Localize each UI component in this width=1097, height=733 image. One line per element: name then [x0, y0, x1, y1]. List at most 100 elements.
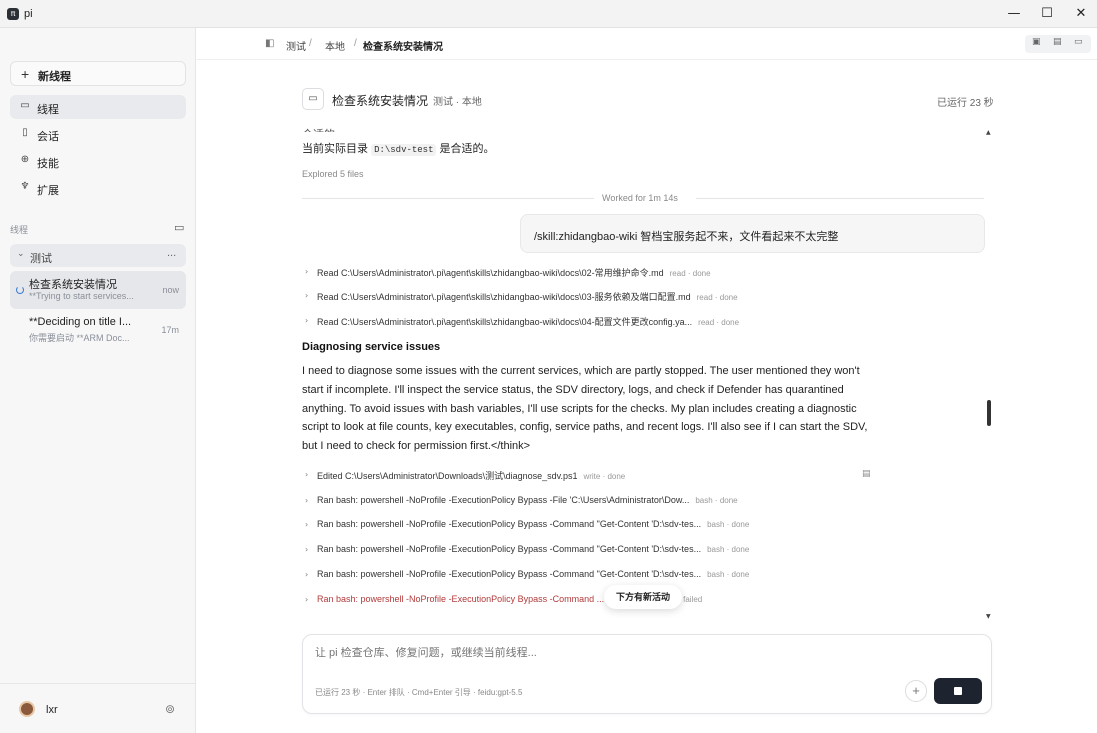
folder-icon[interactable]: ▭: [174, 221, 184, 234]
username: lxr: [46, 704, 58, 716]
chevron-down-icon: ⌄: [17, 249, 25, 259]
thread-title: **Deciding on title I...: [29, 316, 132, 328]
diff-icon[interactable]: ▤: [862, 469, 871, 479]
nav-item-skills[interactable]: ⊕ 技能: [10, 149, 186, 173]
nav-label: 技能: [37, 158, 59, 170]
breadcrumb-current: 检查系统安装情况: [363, 42, 443, 53]
skills-icon: ⊕: [20, 154, 30, 165]
sidebar: + 新线程 ▭ 线程 ▯ 会话 ⊕ 技能 ♆ 扩展 线程 ▭ ⌄ 测试 ... …: [0, 28, 196, 733]
chevron-right-icon: ›: [305, 496, 309, 505]
main-panel: ◧ 测试 / 本地 / 检查系统安装情况 ▣ ▤ ▭ ▭ 检查系统安装情况 测试…: [197, 28, 1097, 733]
nav-label: 会话: [37, 131, 59, 143]
chevron-right-icon: ›: [305, 545, 309, 554]
minimize-button[interactable]: —: [1003, 4, 1025, 24]
view-toolbar: ▣ ▤ ▭: [1025, 35, 1091, 53]
message-text: 是合适的。: [439, 143, 495, 155]
stop-button[interactable]: [934, 678, 982, 704]
step-status: read · done: [698, 318, 740, 327]
breadcrumb-item[interactable]: 本地: [325, 38, 345, 53]
step-status: bash · done: [707, 570, 750, 579]
reasoning-paragraph: I need to diagnose some issues with the …: [302, 365, 868, 453]
threads-section-label: 线程: [10, 225, 29, 235]
breadcrumb-separator: /: [309, 38, 312, 49]
scroll-down-icon[interactable]: ▼: [986, 613, 991, 620]
thread-item[interactable]: **Deciding on title I... 你需要启动 **ARM Doc…: [10, 311, 186, 349]
composer-hint: 已运行 23 秒 · Enter 排队 · Cmd+Enter 引导 · fei…: [315, 688, 523, 697]
breadcrumb-item[interactable]: 测试: [286, 38, 306, 53]
message-text: 当前实际目录: [302, 143, 368, 155]
title-bar: π pi — ☐ ✕: [0, 0, 1097, 28]
user-message-text: /skill:zhidangbao-wiki 智档宝服务起不来，文件看起来不太完…: [534, 231, 839, 243]
thread-subtitle: 测试 · 本地: [433, 97, 482, 108]
new-thread-button[interactable]: + 新线程: [10, 61, 186, 86]
more-icon[interactable]: ...: [167, 247, 176, 259]
new-activity-button[interactable]: 下方有新活动: [604, 585, 682, 609]
step-desc: Ran bash: powershell -NoProfile -Executi…: [317, 495, 738, 505]
step-desc: Read C:\Users\Administrator\.pi\agent\sk…: [317, 317, 740, 327]
nav-item-extensions[interactable]: ♆ 扩展: [10, 176, 186, 200]
new-thread-label: 新线程: [38, 71, 71, 83]
step-status: bash · done: [695, 496, 738, 505]
step-desc: Read C:\Users\Administrator\.pi\agent\sk…: [317, 292, 738, 302]
step-desc: Ran bash: powershell -NoProfile -Executi…: [317, 519, 750, 529]
group-label: 测试: [30, 253, 52, 265]
step-status: bash · done: [707, 520, 750, 529]
cutoff-text: 合适的。: [302, 126, 346, 132]
folder-icon[interactable]: ▭: [1074, 37, 1083, 47]
nav-label: 扩展: [37, 185, 59, 197]
step-desc: Edited C:\Users\Administrator\Downloads\…: [317, 471, 626, 481]
sessions-icon: ▯: [22, 127, 28, 138]
chevron-right-icon: ›: [305, 570, 309, 579]
thread-time: 17m: [161, 325, 179, 335]
folder-icon[interactable]: ▭: [302, 88, 324, 110]
extensions-icon: ♆: [20, 181, 30, 192]
thread-subtitle: 你需要启动 **ARM Doc...: [29, 333, 130, 343]
user-area: lxr ⊚: [0, 683, 195, 733]
thread-subtitle: **Trying to start services...: [29, 291, 134, 301]
chevron-right-icon: ›: [305, 470, 309, 479]
inline-code: D:\sdv-test: [371, 144, 437, 156]
step-status: read · done: [669, 269, 711, 278]
thread-title: 检查系统安装情况: [332, 94, 429, 108]
divider-line: [696, 198, 984, 199]
composer-input[interactable]: [315, 647, 875, 659]
step-desc: Read C:\Users\Administrator\.pi\agent\sk…: [317, 268, 711, 278]
settings-icon[interactable]: ⊚: [165, 702, 175, 716]
scroll-up-icon[interactable]: ▲: [986, 129, 991, 136]
attach-button[interactable]: +: [905, 680, 927, 702]
maximize-button[interactable]: ☐: [1036, 4, 1058, 24]
nav-item-sessions[interactable]: ▯ 会话: [10, 122, 186, 146]
chevron-right-icon: ›: [305, 520, 309, 529]
avatar[interactable]: [19, 701, 35, 717]
divider-line: [302, 198, 594, 199]
composer: 已运行 23 秒 · Enter 排队 · Cmd+Enter 引导 · fei…: [302, 634, 992, 714]
app-icon: π: [7, 8, 19, 20]
spinner-icon: [16, 286, 24, 294]
thread-item[interactable]: 检查系统安装情况 **Trying to start services... n…: [10, 271, 186, 309]
close-button[interactable]: ✕: [1070, 4, 1092, 24]
thread-group[interactable]: ⌄ 测试 ...: [10, 244, 186, 267]
thread-title: 检查系统安装情况: [29, 279, 117, 291]
threads-icon: ▭: [20, 100, 30, 111]
sidebar-toggle-icon[interactable]: ◧: [265, 38, 274, 49]
plus-icon: +: [21, 66, 30, 82]
chevron-right-icon: ›: [305, 595, 309, 604]
chevron-right-icon: ›: [305, 267, 309, 276]
chevron-right-icon: ›: [305, 291, 309, 300]
breadcrumb-separator: /: [354, 38, 357, 49]
app-name: pi: [24, 8, 33, 20]
scrollbar[interactable]: [987, 400, 991, 426]
document-icon[interactable]: ▤: [1053, 37, 1062, 47]
terminal-icon[interactable]: ▣: [1032, 37, 1041, 47]
worked-label: Worked for 1m 14s: [602, 193, 678, 203]
step-status: read · done: [696, 293, 738, 302]
step-status: write · done: [583, 472, 626, 481]
step-status: bash · done: [707, 545, 750, 554]
step-desc: Ran bash: powershell -NoProfile -Executi…: [317, 569, 750, 579]
step-desc: Ran bash: powershell -NoProfile -Executi…: [317, 544, 750, 554]
section-heading: Diagnosing service issues: [302, 341, 441, 353]
thread-time: now: [162, 285, 179, 295]
explored-summary[interactable]: Explored 5 files: [302, 169, 364, 179]
nav-item-threads[interactable]: ▭ 线程: [10, 95, 186, 119]
worked-divider: Worked for 1m 14s: [302, 191, 984, 205]
